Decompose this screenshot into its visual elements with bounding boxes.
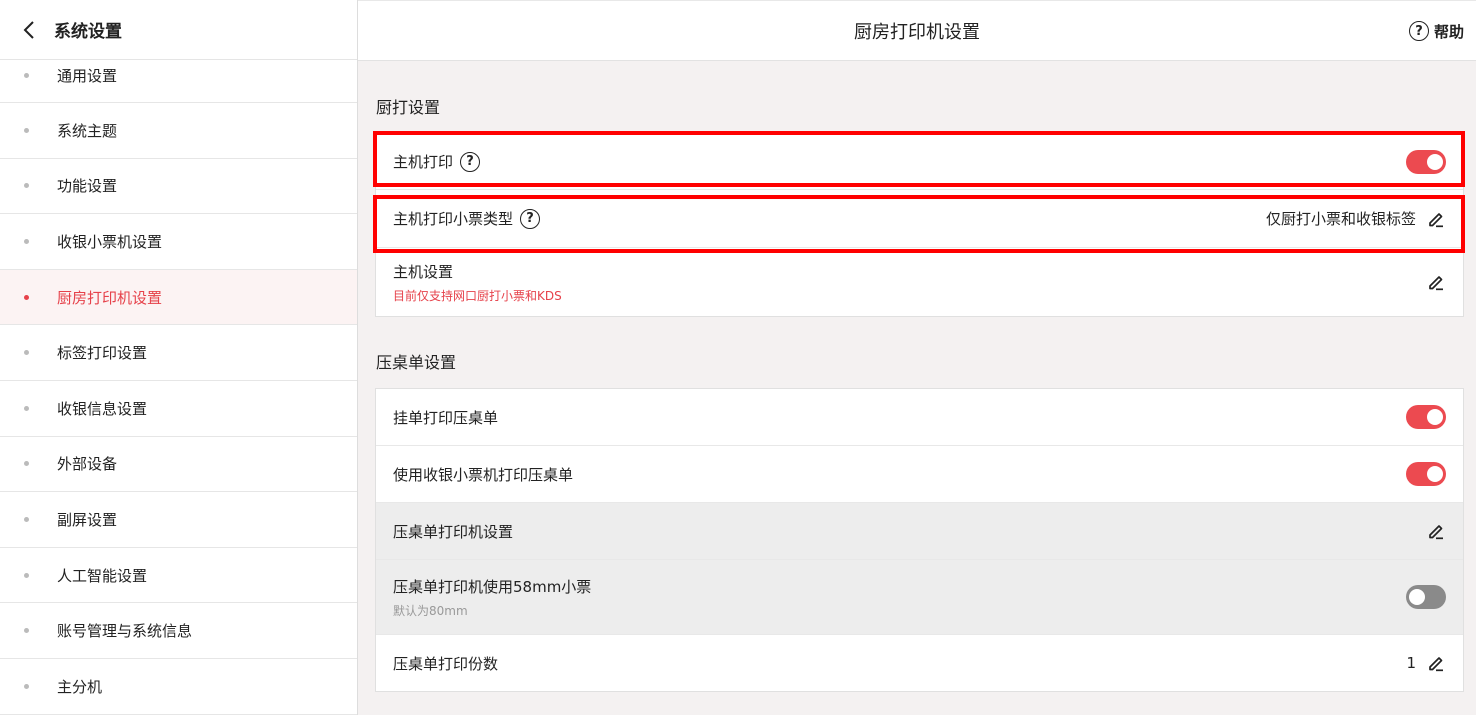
sidebar-item-label: 厨房打印机设置 bbox=[57, 288, 163, 307]
bullet-icon bbox=[24, 294, 29, 300]
use-58mm-note: 默认为80mm bbox=[393, 603, 468, 618]
host-settings-label: 主机设置 bbox=[393, 262, 454, 281]
sidebar-item-ai[interactable]: 人工智能设置 bbox=[0, 548, 357, 604]
bullet-icon bbox=[24, 183, 29, 189]
use-cashier-printer-row: 使用收银小票机打印压桌单 bbox=[376, 446, 1463, 503]
back-arrow-icon[interactable] bbox=[18, 19, 40, 41]
section-title-kitchen: 厨打设置 bbox=[376, 98, 441, 117]
top-bar: 厨房打印机设置 ? 帮助 bbox=[358, 0, 1476, 61]
use-58mm-label: 压桌单打印机使用58mm小票 bbox=[393, 577, 592, 596]
sidebar-item-label: 收银小票机设置 bbox=[57, 232, 163, 251]
sidebar-item-label: 标签打印设置 bbox=[57, 344, 148, 363]
sidebar-title: 系统设置 bbox=[54, 22, 122, 42]
table-printer-settings-row[interactable]: 压桌单打印机设置 bbox=[376, 503, 1463, 560]
sidebar-item-label: 功能设置 bbox=[57, 177, 118, 196]
bullet-icon bbox=[24, 127, 29, 133]
sidebar-item-secondary-screen[interactable]: 副屏设置 bbox=[0, 492, 357, 548]
sidebar: 系统设置 通用设置 系统主题 功能设置 收银小票机设置 厨房打印机设置 标签打印… bbox=[0, 0, 358, 715]
hang-print-row: 挂单打印压桌单 bbox=[376, 389, 1463, 446]
main-content: 厨房打印机设置 ? 帮助 厨打设置 主机打印 ? 主机打印小票类型 ? 仅厨打小… bbox=[358, 0, 1476, 715]
table-printer-settings-label: 压桌单打印机设置 bbox=[393, 522, 514, 541]
bullet-icon bbox=[24, 350, 29, 356]
use-cashier-printer-toggle[interactable] bbox=[1406, 462, 1446, 486]
ticket-type-row[interactable]: 主机打印小票类型 ? 仅厨打小票和收银标签 bbox=[376, 190, 1463, 248]
hang-print-label: 挂单打印压桌单 bbox=[393, 408, 499, 427]
bullet-icon bbox=[24, 72, 29, 78]
host-print-label: 主机打印 bbox=[393, 153, 454, 171]
help-label: 帮助 bbox=[1433, 22, 1464, 41]
sidebar-item-account[interactable]: 账号管理与系统信息 bbox=[0, 603, 357, 659]
sidebar-item-label: 人工智能设置 bbox=[57, 566, 148, 585]
sidebar-item-general[interactable]: 通用设置 bbox=[0, 48, 357, 103]
use-58mm-toggle[interactable] bbox=[1406, 585, 1446, 609]
edit-pencil-icon[interactable] bbox=[1426, 653, 1446, 673]
ticket-type-value: 仅厨打小票和收银标签 bbox=[1265, 210, 1416, 228]
bullet-icon bbox=[24, 405, 29, 411]
sidebar-item-kitchen-printer[interactable]: 厨房打印机设置 bbox=[0, 269, 357, 326]
edit-pencil-icon[interactable] bbox=[1426, 209, 1446, 229]
host-print-toggle[interactable] bbox=[1406, 149, 1446, 174]
sidebar-item-label: 主分机 bbox=[57, 677, 103, 696]
sidebar-item-cashier-info[interactable]: 收银信息设置 bbox=[0, 381, 357, 437]
question-circle-icon: ? bbox=[1408, 21, 1429, 41]
host-print-row: 主机打印 ? bbox=[376, 134, 1463, 190]
use-cashier-printer-label: 使用收银小票机打印压桌单 bbox=[393, 465, 574, 484]
sidebar-menu: 通用设置 系统主题 功能设置 收银小票机设置 厨房打印机设置 标签打印设置 收银… bbox=[0, 48, 357, 715]
sidebar-item-label: 账号管理与系统信息 bbox=[57, 622, 193, 641]
host-settings-note: 目前仅支持网口厨打小票和KDS bbox=[393, 288, 562, 303]
bullet-icon bbox=[24, 461, 29, 467]
help-button[interactable]: ? 帮助 bbox=[1408, 1, 1464, 61]
bullet-icon bbox=[24, 238, 29, 244]
sidebar-item-receipt-printer[interactable]: 收银小票机设置 bbox=[0, 214, 357, 270]
edit-pencil-icon[interactable] bbox=[1426, 521, 1446, 541]
bullet-icon bbox=[24, 683, 29, 689]
kitchen-settings-card: 主机打印 ? 主机打印小票类型 ? 仅厨打小票和收银标签 主机设置 目前仅支持网… bbox=[375, 133, 1464, 317]
bullet-icon bbox=[24, 572, 29, 578]
copies-value: 1 bbox=[1406, 654, 1416, 672]
ticket-type-label: 主机打印小票类型 bbox=[393, 210, 514, 228]
section-title-table-ticket: 压桌单设置 bbox=[376, 353, 457, 372]
copies-row[interactable]: 压桌单打印份数 1 bbox=[376, 635, 1463, 691]
edit-pencil-icon[interactable] bbox=[1426, 272, 1446, 292]
question-circle-icon[interactable]: ? bbox=[460, 151, 481, 172]
sidebar-item-host-slave[interactable]: 主分机 bbox=[0, 659, 357, 715]
sidebar-item-theme[interactable]: 系统主题 bbox=[0, 103, 357, 159]
copies-label: 压桌单打印份数 bbox=[393, 654, 499, 673]
page-title: 厨房打印机设置 bbox=[854, 21, 980, 43]
sidebar-item-label: 外部设备 bbox=[57, 455, 118, 474]
table-ticket-card: 挂单打印压桌单 使用收银小票机打印压桌单 压桌单打印机设置 压桌单打印机使用58… bbox=[375, 388, 1464, 692]
host-settings-row[interactable]: 主机设置 目前仅支持网口厨打小票和KDS bbox=[376, 248, 1463, 316]
sidebar-item-label: 通用设置 bbox=[57, 66, 118, 85]
sidebar-item-features[interactable]: 功能设置 bbox=[0, 159, 357, 215]
sidebar-item-label: 副屏设置 bbox=[57, 510, 118, 529]
bullet-icon bbox=[24, 628, 29, 634]
sidebar-item-label-printer[interactable]: 标签打印设置 bbox=[0, 325, 357, 381]
question-circle-icon[interactable]: ? bbox=[520, 208, 541, 229]
bullet-icon bbox=[24, 516, 29, 522]
hang-print-toggle[interactable] bbox=[1406, 405, 1446, 429]
use-58mm-row: 压桌单打印机使用58mm小票 默认为80mm bbox=[376, 560, 1463, 635]
sidebar-item-label: 收银信息设置 bbox=[57, 399, 148, 418]
sidebar-item-external-devices[interactable]: 外部设备 bbox=[0, 437, 357, 493]
sidebar-item-label: 系统主题 bbox=[57, 121, 118, 140]
